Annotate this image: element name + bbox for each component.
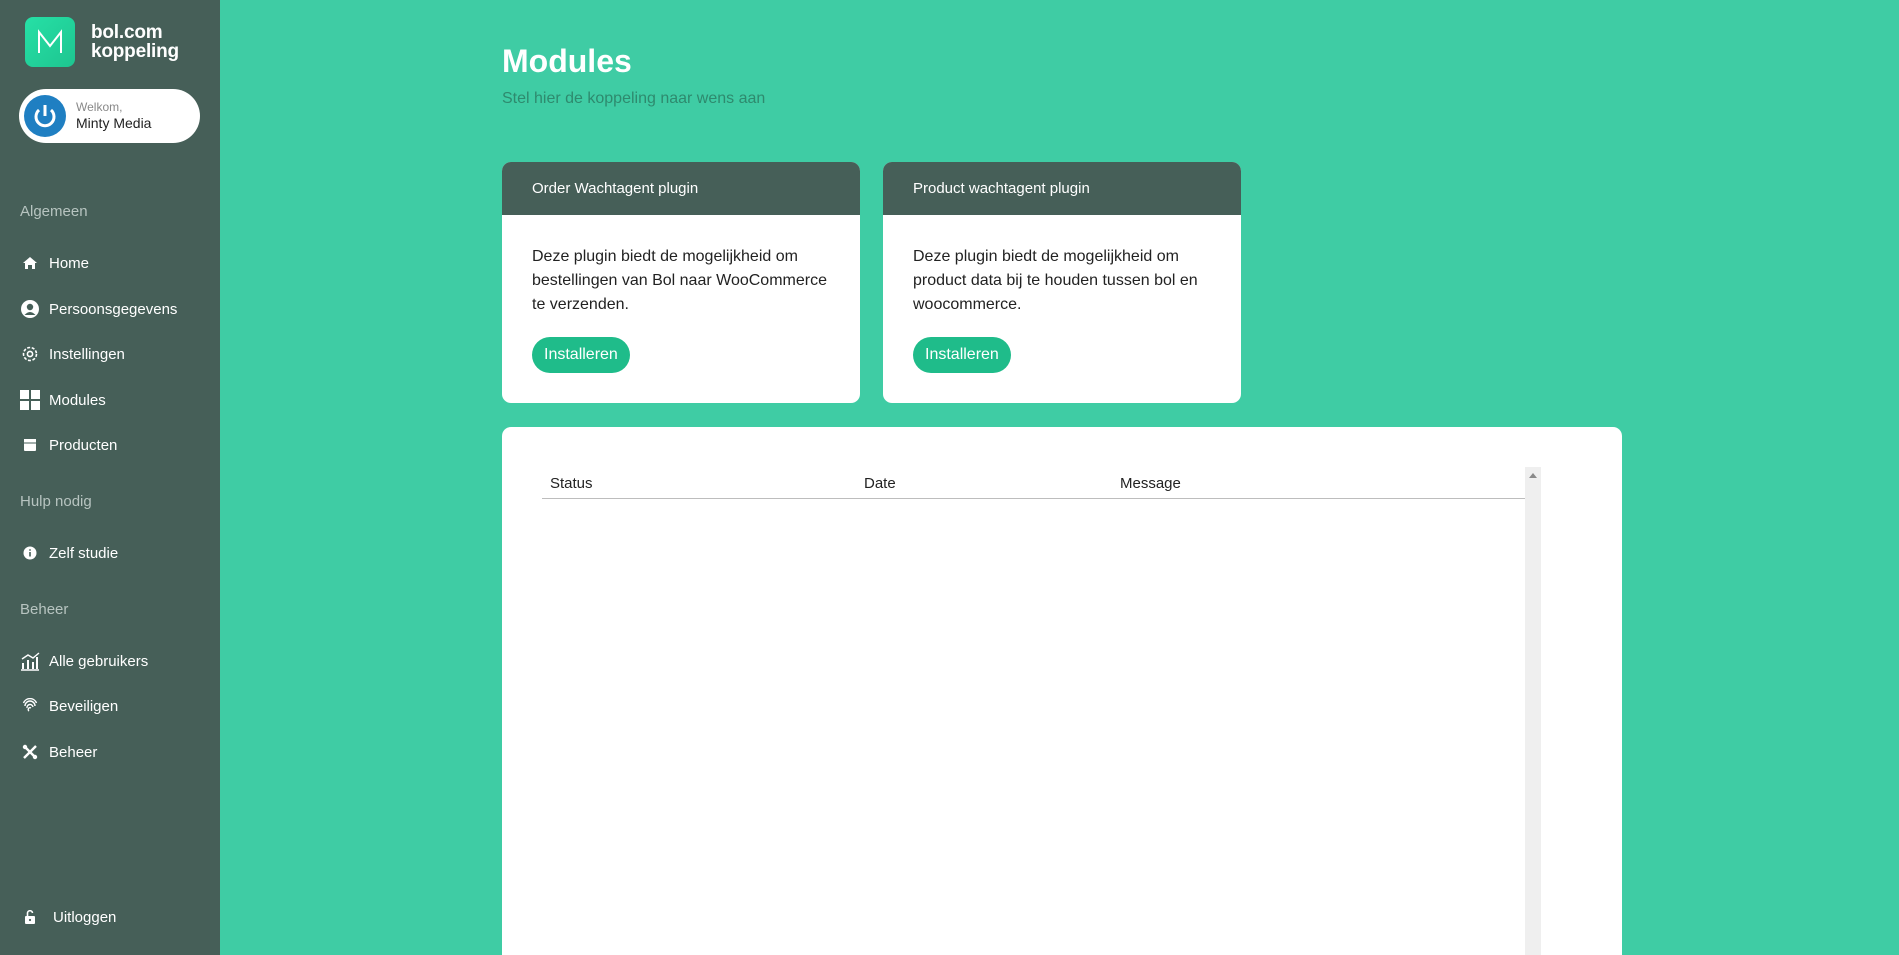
tools-icon xyxy=(19,741,41,763)
grid-icon xyxy=(19,389,41,411)
module-card-order: Order Wachtagent plugin Deze plugin bied… xyxy=(502,162,860,403)
user-circle-icon xyxy=(19,298,41,320)
unlock-icon xyxy=(19,906,41,928)
card-description-line: bestellingen van Bol naar WooCommerce xyxy=(532,272,827,289)
brand-name: bol.com koppeling xyxy=(91,23,179,61)
box-icon xyxy=(19,434,41,456)
section-beheer: Beheer xyxy=(20,601,69,618)
sidebar: bol.com koppeling Welkom, Minty Media Al… xyxy=(0,0,220,955)
welcome-greeting: Welkom, xyxy=(76,100,123,114)
brand-line2: koppeling xyxy=(91,41,179,62)
sidebar-item-modules[interactable]: Modules xyxy=(19,388,106,412)
info-icon xyxy=(19,542,41,564)
sidebar-item-home[interactable]: Home xyxy=(19,251,89,275)
sidebar-item-label: Zelf studie xyxy=(49,544,119,562)
column-message[interactable]: Message xyxy=(1120,475,1181,492)
module-card-product: Product wachtagent plugin Deze plugin bi… xyxy=(883,162,1241,403)
card-description-line: woocommerce. xyxy=(913,296,1022,313)
home-icon xyxy=(19,252,41,274)
scrollbar[interactable] xyxy=(1525,467,1541,955)
sidebar-item-label: Modules xyxy=(49,391,106,409)
user-welcome[interactable]: Welkom, Minty Media xyxy=(19,89,200,143)
sidebar-item-label: Beveiligen xyxy=(49,697,119,715)
fingerprint-icon xyxy=(19,695,41,717)
sidebar-item-label: Beheer xyxy=(49,743,98,761)
logout-label: Uitloggen xyxy=(53,908,117,926)
sidebar-item-instellingen[interactable]: Instellingen xyxy=(19,342,125,366)
card-description-line: Deze plugin biedt de mogelijkheid om xyxy=(532,248,798,265)
log-panel: Status Date Message xyxy=(502,427,1622,955)
sidebar-item-zelf-studie[interactable]: Zelf studie xyxy=(19,541,118,565)
sidebar-item-beveiligen[interactable]: Beveiligen xyxy=(19,694,118,718)
card-description: Deze plugin biedt de mogelijkheid om bes… xyxy=(532,245,830,317)
gear-icon xyxy=(19,343,41,365)
card-description: Deze plugin biedt de mogelijkheid om pro… xyxy=(913,245,1211,317)
page-subtitle: Stel hier de koppeling naar wens aan xyxy=(502,90,766,107)
column-date[interactable]: Date xyxy=(864,475,896,492)
sidebar-item-label: Persoonsgegevens xyxy=(49,300,178,318)
card-description-line: Deze plugin biedt de mogelijkheid om xyxy=(913,248,1179,265)
install-button[interactable]: Installeren xyxy=(913,337,1011,373)
logout-button[interactable]: Uitloggen xyxy=(19,905,116,929)
card-title: Product wachtagent plugin xyxy=(883,162,1241,215)
section-hulp-nodig: Hulp nodig xyxy=(20,493,92,510)
section-algemeen: Algemeen xyxy=(20,203,88,220)
chart-icon xyxy=(19,650,41,672)
sidebar-item-label: Instellingen xyxy=(49,345,125,363)
install-button[interactable]: Installeren xyxy=(532,337,630,373)
sidebar-item-alle-gebruikers[interactable]: Alle gebruikers xyxy=(19,649,148,673)
sidebar-item-label: Home xyxy=(49,254,90,272)
brand-logo[interactable]: bol.com koppeling xyxy=(25,17,179,67)
log-table-header: Status Date Message xyxy=(542,475,1525,499)
scroll-up-arrow-icon[interactable] xyxy=(1529,473,1537,478)
power-icon xyxy=(24,95,66,137)
page-title: Modules xyxy=(502,43,632,79)
brand-line1: bol.com xyxy=(91,22,163,43)
card-description-line: te verzenden. xyxy=(532,296,629,313)
user-name: Minty Media xyxy=(76,115,152,131)
logo-mark xyxy=(25,17,75,67)
card-description-line: product data bij te houden tussen bol en xyxy=(913,272,1198,289)
column-status[interactable]: Status xyxy=(550,475,593,492)
sidebar-item-beheer[interactable]: Beheer xyxy=(19,740,97,764)
sidebar-item-producten[interactable]: Producten xyxy=(19,433,117,457)
sidebar-item-label: Alle gebruikers xyxy=(49,652,149,670)
card-title: Order Wachtagent plugin xyxy=(502,162,860,215)
sidebar-item-label: Producten xyxy=(49,436,118,454)
sidebar-item-persoonsgegevens[interactable]: Persoonsgegevens xyxy=(19,297,177,321)
